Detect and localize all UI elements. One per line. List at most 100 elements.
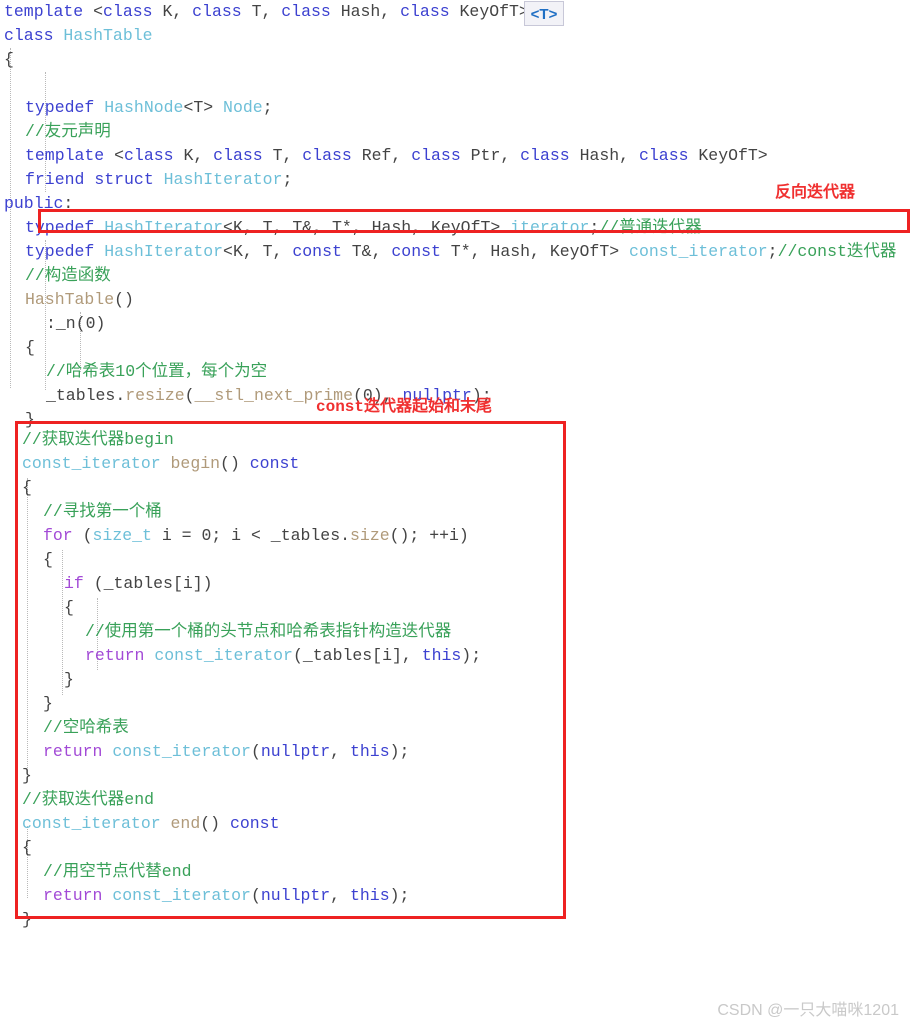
code-token: const_iterator (22, 454, 161, 473)
code-line: { (64, 596, 74, 620)
code-token: i = (151, 526, 202, 545)
code-line: } (64, 668, 74, 692)
code-token: class (124, 146, 174, 165)
code-token: { (64, 598, 74, 617)
code-token: _tables (270, 526, 341, 545)
code-token: //友元声明 (25, 122, 111, 141)
code-token: Ptr, (460, 146, 521, 165)
code-token: class (213, 146, 263, 165)
code-token: { (22, 478, 32, 497)
code-token: KeyOfT> (688, 146, 768, 165)
code-line: for (size_t i = 0; i < _tables.size(); +… (43, 524, 469, 548)
code-line: HashTable() (25, 288, 134, 312)
code-token: //寻找第一个桶 (43, 502, 162, 521)
template-param-badge[interactable]: <T> (524, 1, 564, 26)
code-line: friend struct HashIterator; (25, 168, 292, 192)
code-line: { (22, 836, 32, 860)
code-line: //用空节点代替end (43, 860, 192, 884)
code-line: class HashTable (4, 24, 153, 48)
code-token: const_iterator (22, 814, 161, 833)
code-token: } (43, 694, 53, 713)
code-token: <T> (183, 98, 224, 117)
code-token: HashTable (63, 26, 153, 45)
code-token: const (229, 814, 280, 833)
code-token: //用空节点代替end (43, 862, 192, 881)
code-token: public (4, 194, 64, 213)
code-token: //哈希表10个位置，每个为空 (46, 362, 268, 381)
code-token: HashTable (25, 290, 115, 309)
code-token: class (302, 146, 352, 165)
code-line: typedef HashIterator<K, T, T&, T*, Hash,… (25, 216, 702, 240)
code-token: 0 (85, 314, 96, 333)
code-token: _tables (103, 574, 173, 593)
code-token: const (292, 242, 342, 261)
code-line: { (22, 476, 32, 500)
annotation-reverse-iterator: 反向迭代器 (775, 184, 856, 202)
code-token: . (115, 386, 126, 405)
code-token: { (4, 50, 14, 69)
code-line: //获取迭代器begin (22, 428, 174, 452)
code-token: } (22, 910, 32, 929)
code-token: class (400, 2, 450, 21)
code-line: } (22, 908, 32, 932)
code-token: ( (75, 314, 86, 333)
code-token: class (192, 2, 242, 21)
code-token: () (200, 814, 230, 833)
code-line: template <class K, class T, class Hash, … (4, 0, 529, 24)
code-token: K, (173, 146, 214, 165)
code-token: size (350, 526, 390, 545)
code-line: public: (4, 192, 73, 216)
indent-guide (10, 48, 11, 388)
code-line: //友元声明 (25, 120, 111, 144)
code-listing: template <class K, class T, class Hash, … (0, 0, 917, 960)
code-token: const_iterator (629, 242, 768, 261)
code-token: const (391, 242, 441, 261)
code-token: { (22, 838, 32, 857)
code-token: template (4, 2, 84, 21)
code-token: Hash, (569, 146, 639, 165)
code-line: } (22, 764, 32, 788)
code-line: //构造函数 (25, 264, 111, 288)
code-line: { (43, 548, 53, 572)
code-line: const_iterator begin() const (22, 452, 299, 476)
code-line: } (43, 692, 53, 716)
code-token: , (330, 742, 350, 761)
code-token: Ref, (351, 146, 412, 165)
code-token: ( (250, 742, 261, 761)
code-line: typedef HashNode<T> Node; (25, 96, 273, 120)
code-token: T, (241, 2, 282, 21)
code-token: this (421, 646, 462, 665)
code-token: class (4, 26, 54, 45)
code-line: //获取迭代器end (22, 788, 154, 812)
code-token: HashNode (104, 98, 184, 117)
code-token: class (411, 146, 461, 165)
code-token: const_iterator (112, 742, 251, 761)
code-token: nullptr (260, 886, 331, 905)
code-token: const (249, 454, 300, 473)
code-token: . (340, 526, 351, 545)
code-token: { (25, 338, 35, 357)
watermark-text: CSDN @一只大喵咪1201 (717, 1002, 899, 1019)
code-token: typedef (25, 242, 95, 261)
code-token: //获取迭代器end (22, 790, 155, 809)
code-token: , (330, 886, 350, 905)
code-token: } (25, 410, 35, 429)
code-token: this (349, 742, 390, 761)
code-token: const_iterator (154, 646, 293, 665)
code-token: end (170, 814, 201, 833)
code-token: size_t (92, 526, 152, 545)
code-token: ); (389, 742, 410, 761)
code-token: [i], (372, 646, 422, 665)
code-token: () (114, 290, 134, 309)
code-token: if (64, 574, 84, 593)
code-token: iterator (510, 218, 590, 237)
code-token: Hash, (330, 2, 401, 21)
code-token: HashIterator (163, 170, 283, 189)
